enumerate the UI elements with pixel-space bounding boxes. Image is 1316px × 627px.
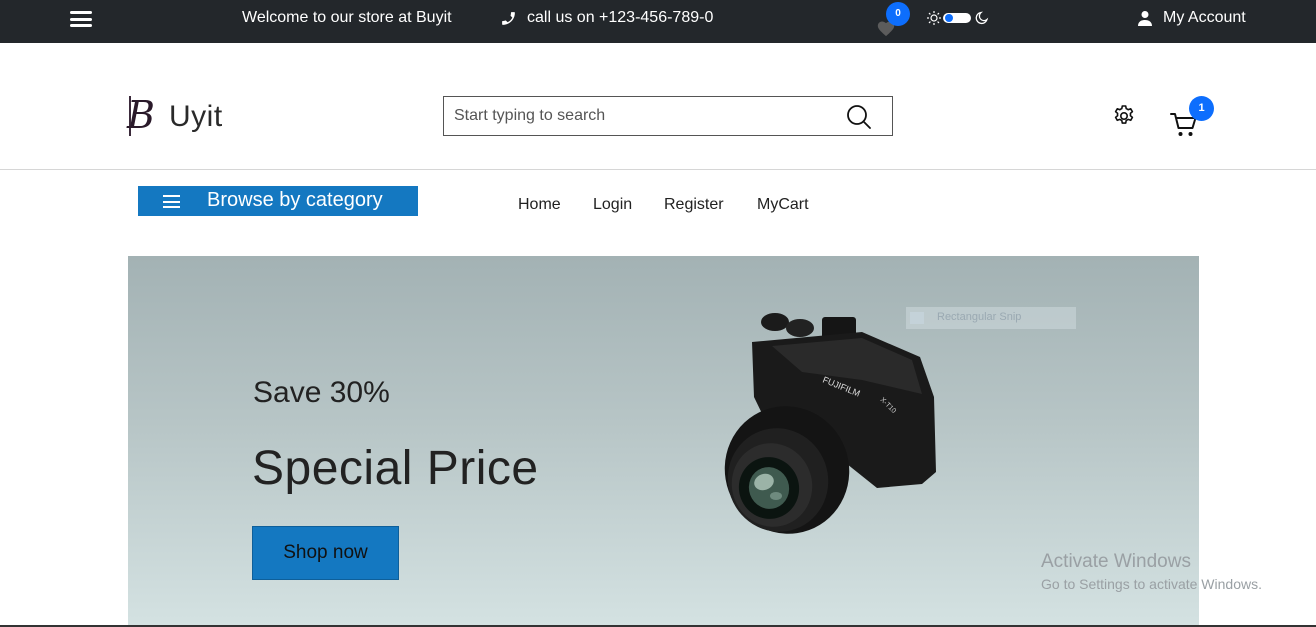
phone-icon (502, 12, 515, 25)
activate-subtitle: Go to Settings to activate Windows. (1041, 576, 1262, 592)
user-icon (1138, 11, 1152, 26)
search-box (443, 96, 893, 136)
snip-icon (910, 312, 924, 324)
camera-image: FUJIFILM X-T10 (724, 313, 936, 534)
my-account-link[interactable]: My Account (1163, 9, 1246, 27)
nav-mycart-link[interactable]: MyCart (757, 196, 809, 214)
moon-icon (975, 11, 989, 25)
logo-text: Uyit (169, 100, 223, 133)
hero-banner: Save 30% Special Price Shop now FUJIFILM… (128, 256, 1199, 627)
nav-login-link[interactable]: Login (593, 196, 632, 214)
header-divider (0, 169, 1316, 170)
wishlist-count-badge: 0 (886, 2, 910, 26)
search-icon[interactable] (846, 104, 872, 130)
hero-save-text: Save 30% (253, 376, 390, 409)
shop-now-button[interactable]: Shop now (252, 526, 399, 580)
activate-windows-watermark: Activate Windows Go to Settings to activ… (1041, 551, 1262, 592)
top-bar: Welcome to our store at Buyit call us on… (0, 0, 1316, 43)
sun-icon (927, 11, 941, 25)
hamburger-menu-icon[interactable] (70, 11, 92, 27)
logo-letter: B (127, 93, 155, 137)
nav-home-link[interactable]: Home (518, 196, 561, 214)
gear-icon[interactable] (1112, 104, 1136, 128)
phone-text: call us on +123-456-789-0 (527, 9, 714, 26)
nav-register-link[interactable]: Register (664, 196, 724, 214)
site-logo[interactable]: B Uyit (127, 94, 237, 138)
welcome-text: Welcome to our store at Buyit (242, 9, 452, 26)
hero-title: Special Price (252, 442, 539, 495)
snip-tool-overlay: Rectangular Snip (906, 307, 1076, 329)
hamburger-icon (163, 195, 180, 208)
browse-category-label: Browse by category (207, 189, 383, 211)
activate-title: Activate Windows (1041, 551, 1191, 572)
theme-toggle[interactable] (927, 10, 989, 26)
snip-label: Rectangular Snip (937, 311, 1022, 323)
browse-category-button[interactable]: Browse by category (138, 186, 418, 216)
search-input[interactable] (454, 105, 834, 127)
cart-count-badge: 1 (1189, 96, 1214, 121)
